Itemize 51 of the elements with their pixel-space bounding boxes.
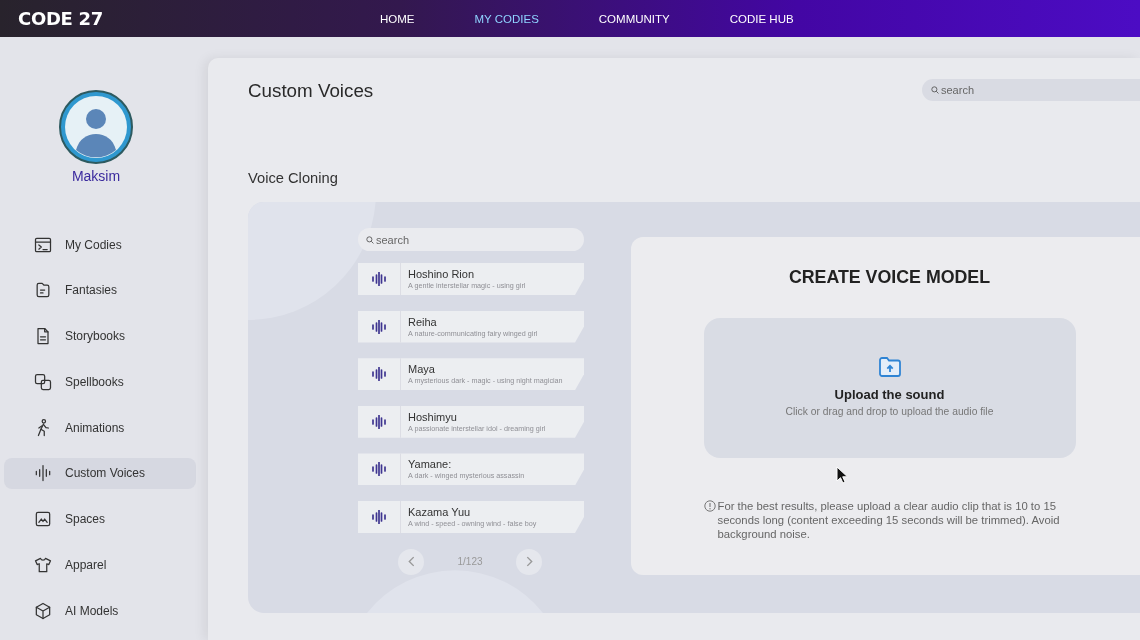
user-avatar[interactable] bbox=[59, 90, 133, 164]
user-name: Maksim bbox=[71, 168, 121, 185]
upload-dropzone[interactable]: Upload the sound Click or drag and drop to upload the audio file bbox=[703, 318, 1076, 458]
voice-name: Hoshino Rion bbox=[408, 268, 476, 281]
exclamation-circle-icon bbox=[703, 500, 716, 512]
sidebar-item[interactable]: Spellbooks bbox=[4, 366, 196, 398]
create-title: CREATE VOICE MODEL bbox=[788, 266, 991, 288]
sound-wave-icon bbox=[371, 509, 387, 524]
section-title: Voice Cloning bbox=[248, 169, 339, 187]
nav-link[interactable]: COMMUNITY bbox=[598, 12, 670, 25]
sidebar-item[interactable]: Storybooks bbox=[4, 320, 196, 352]
sidebar-item[interactable]: Custom Voices bbox=[4, 457, 196, 489]
nav-link[interactable]: MY CODIES bbox=[474, 12, 539, 25]
nav-link[interactable]: CODIE HUB bbox=[729, 12, 794, 25]
previous-page-button[interactable] bbox=[398, 548, 424, 575]
page-count: 1/123 bbox=[456, 556, 484, 568]
upload-note: For the best results, please upload a clear audio clip that is 10 to 15 seconds long (content exceeding 15 seconds will be trimmed). Avoid background noise. bbox=[717, 499, 1061, 541]
sidebar-item[interactable]: My Codies bbox=[4, 229, 196, 260]
image-icon bbox=[33, 509, 53, 529]
sidebar-item[interactable]: Apparel bbox=[4, 549, 196, 581]
sound-wave-icon bbox=[371, 319, 387, 334]
logo[interactable]: CODE 27 bbox=[18, 8, 103, 29]
search-icon bbox=[366, 235, 374, 244]
voice-name: Hoshimyu bbox=[408, 410, 458, 424]
nav-link[interactable]: HOME bbox=[379, 12, 415, 25]
chevron-left-icon bbox=[407, 556, 415, 568]
upload-hint: Click or drag and drop to upload the audio file bbox=[785, 406, 994, 418]
next-page-button[interactable] bbox=[516, 548, 542, 575]
sound-wave-icon bbox=[371, 367, 387, 382]
sound-wave-icon bbox=[33, 463, 53, 484]
chevron-right-icon bbox=[525, 556, 533, 568]
voice-name: Reiha bbox=[408, 315, 438, 329]
sidebar-item[interactable]: Animations bbox=[4, 412, 196, 443]
sound-wave-icon bbox=[371, 462, 387, 477]
sidebar-item[interactable]: AI Models bbox=[4, 595, 196, 626]
sidebar-item[interactable]: Fantasies bbox=[4, 274, 196, 306]
sound-wave-icon bbox=[371, 272, 387, 286]
voice-name: Yamane: bbox=[408, 458, 453, 472]
sidebar-item[interactable]: Spaces bbox=[4, 503, 196, 535]
search-field[interactable]: search bbox=[922, 79, 1140, 101]
search-icon bbox=[931, 86, 939, 94]
sound-wave-icon bbox=[371, 414, 387, 429]
mouse-pointer-icon bbox=[836, 466, 848, 484]
folder-upload-icon bbox=[877, 356, 902, 378]
page-title: Custom Voices bbox=[248, 80, 374, 102]
search-field[interactable]: search bbox=[358, 228, 584, 251]
upload-title: Upload the sound bbox=[834, 387, 945, 403]
voice-name: Maya bbox=[408, 363, 436, 377]
cube-icon bbox=[33, 600, 53, 621]
voice-name: Kazama Yuu bbox=[408, 505, 472, 519]
overlapping-squares-icon bbox=[33, 371, 53, 392]
